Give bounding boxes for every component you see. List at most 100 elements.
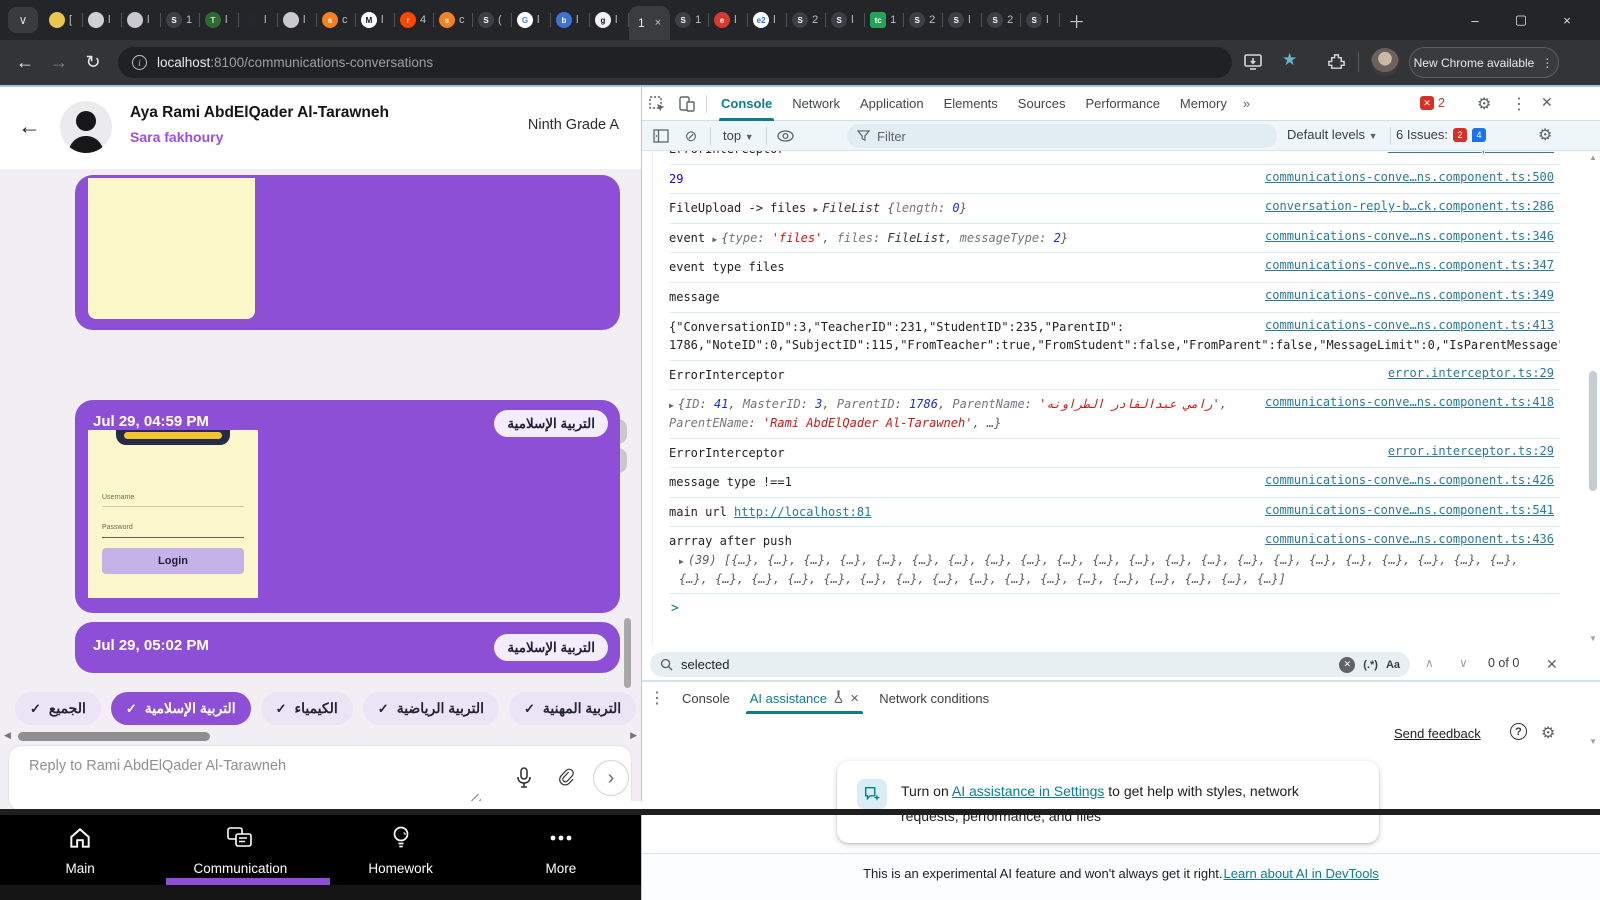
browser-tab[interactable]: l [278, 0, 317, 40]
devtools-tab-network[interactable]: Network [782, 87, 850, 121]
console-error-badge[interactable]: ✕ 2 [1420, 96, 1445, 110]
attachment-login-screenshot[interactable]: Username Password Login [88, 430, 258, 598]
attachment-image[interactable] [88, 178, 255, 319]
console-log[interactable]: error.interceptor.ts:29ErrorInterceptorc… [642, 151, 1560, 645]
console-source-link[interactable]: communications-conve…ns.component.ts:426 [1265, 473, 1554, 487]
drawer-tab-ai-assistance[interactable]: AI assistance✕ [740, 682, 870, 714]
console-prompt[interactable]: > [669, 594, 1560, 616]
devtools-tab-performance[interactable]: Performance [1076, 87, 1170, 121]
previous-match-icon[interactable]: ∧ [1425, 656, 1434, 670]
expand-arrow-icon[interactable]: ▶ [679, 557, 684, 566]
profile-avatar[interactable] [1371, 48, 1399, 76]
help-icon[interactable]: ? [1510, 723, 1527, 740]
console-source-link[interactable]: communications-conve…ns.component.ts:436 [1265, 532, 1554, 546]
clear-console-icon[interactable]: ⊘ [676, 127, 706, 145]
nav-item-more[interactable]: More [481, 815, 641, 885]
filter-chip-subject[interactable]: ✓الجميع [15, 692, 101, 725]
devtools-tab-console[interactable]: Console [711, 87, 782, 121]
console-source-link[interactable]: error.interceptor.ts:29 [1388, 444, 1554, 458]
console-source-link[interactable]: communications-conve…ns.component.ts:349 [1265, 288, 1554, 302]
kebab-menu-icon[interactable]: ⋮ [1541, 56, 1554, 70]
drawer-settings-icon[interactable]: ⚙ [1541, 723, 1555, 743]
chips-scrollbar[interactable]: ◀ ▶ [0, 729, 641, 743]
drawer-tab-console[interactable]: Console [672, 682, 740, 714]
console-source-link[interactable]: communications-conve…ns.component.ts:413 [1265, 318, 1554, 332]
browser-tab[interactable]: r4 [395, 0, 434, 40]
attach-file-icon[interactable] [550, 761, 584, 795]
browser-tab[interactable]: e2l [748, 0, 787, 40]
browser-tab[interactable]: S1 [161, 0, 200, 40]
message-bubble[interactable] [75, 175, 620, 330]
site-info-icon[interactable]: i [132, 55, 147, 70]
browser-tab[interactable]: S1 [670, 0, 709, 40]
browser-tab[interactable]: l [83, 0, 122, 40]
browser-tab[interactable]: Sl [1021, 0, 1060, 40]
close-search-icon[interactable]: ✕ [1546, 656, 1558, 673]
message-bubble[interactable]: Jul 29, 05:02 PM التربية الإسلامية [75, 622, 620, 673]
nav-item-communication[interactable]: Communication [160, 815, 320, 885]
browser-tab[interactable]: S2 [982, 0, 1021, 40]
console-source-link[interactable]: communications-conve…ns.component.ts:541 [1265, 503, 1554, 517]
browser-tab[interactable]: S2 [904, 0, 943, 40]
devtools-menu-icon[interactable]: ⋮ [1511, 94, 1527, 114]
scroll-left-icon[interactable]: ◀ [4, 730, 11, 741]
scroll-down-icon[interactable]: ▼ [1589, 634, 1597, 643]
browser-tab[interactable]: Tl [200, 0, 239, 40]
filter-chip-subject[interactable]: ✓التربية المهنية [509, 692, 636, 725]
nav-item-main[interactable]: Main [0, 815, 160, 885]
tab-search-button[interactable]: ∨ [8, 7, 38, 33]
match-case-toggle[interactable]: Aa [1386, 659, 1400, 671]
chat-scrollbar-thumb[interactable] [624, 618, 631, 688]
send-button[interactable]: › [593, 760, 629, 796]
device-toolbar-icon[interactable] [672, 95, 702, 113]
console-filter-input[interactable]: Filter [847, 124, 1277, 148]
minimize-button[interactable]: – [1452, 13, 1498, 28]
browser-tab[interactable]: [ [44, 0, 83, 40]
regex-toggle[interactable]: (.*) [1363, 659, 1378, 671]
close-drawer-tab-icon[interactable]: ✕ [850, 692, 859, 705]
chips-scrollbar-thumb[interactable] [18, 732, 210, 741]
expand-arrow-icon[interactable]: ▶ [712, 235, 717, 244]
search-input[interactable]: selected ✕ (.*) Aa [650, 652, 1410, 677]
filter-chip-selected[interactable]: ✓التربية الإسلامية [111, 692, 251, 725]
extensions-icon[interactable] [1327, 52, 1346, 76]
devtools-tab-sources[interactable]: Sources [1008, 87, 1076, 121]
filter-chip-subject[interactable]: ✓الكيمياء [261, 692, 353, 725]
browser-tab[interactable]: sc [434, 0, 473, 40]
learn-about-ai-link[interactable]: Learn about AI in DevTools [1224, 866, 1379, 881]
browser-tab[interactable]: el [709, 0, 748, 40]
console-sidebar-icon[interactable] [646, 129, 676, 143]
console-source-link[interactable]: error.interceptor.ts:29 [1388, 366, 1554, 380]
console-source-link[interactable]: communications-conve…ns.component.ts:346 [1265, 229, 1554, 243]
next-match-icon[interactable]: ∨ [1459, 656, 1468, 670]
console-source-link[interactable]: communications-conve…ns.component.ts:418 [1265, 395, 1554, 409]
install-icon[interactable] [1243, 52, 1263, 77]
console-scrollbar-thumb[interactable] [1589, 371, 1597, 491]
reload-button[interactable]: ↻ [76, 52, 110, 73]
browser-tab[interactable]: S2 [787, 0, 826, 40]
devtools-tab-elements[interactable]: Elements [934, 87, 1008, 121]
expand-arrow-icon[interactable]: ▶ [669, 401, 674, 410]
message-list[interactable]: Jul 29, 04:57 PM Message was deleted Jul… [0, 169, 641, 745]
browser-tab[interactable]: sc [317, 0, 356, 40]
new-tab-button[interactable]: ＋ [1068, 8, 1085, 33]
devtools-close-icon[interactable]: ✕ [1541, 94, 1553, 111]
maximize-button[interactable]: ▢ [1498, 12, 1544, 28]
ai-settings-link[interactable]: AI assistance in Settings [952, 783, 1105, 799]
message-bubble[interactable]: Jul 29, 04:59 PM التربية الإسلامية Usern… [75, 400, 620, 613]
execution-context-selector[interactable]: top ▼ [715, 128, 762, 143]
browser-tab[interactable]: S( [473, 0, 512, 40]
close-tab-icon[interactable]: × [655, 17, 661, 29]
console-source-link[interactable]: conversation-reply-b…ck.component.ts:286 [1265, 199, 1554, 213]
nav-item-homework[interactable]: Homework [321, 815, 481, 885]
scroll-up-icon[interactable]: ▲ [1589, 153, 1597, 162]
filter-chip-subject[interactable]: ✓التربية الرياضية [363, 692, 499, 725]
scroll-right-icon[interactable]: ▶ [630, 730, 637, 741]
send-feedback-link[interactable]: Send feedback [1394, 726, 1481, 741]
browser-tab[interactable]: l [122, 0, 161, 40]
browser-tab[interactable]: Gl [512, 0, 551, 40]
update-chrome-button[interactable]: New Chrome available ⋮ [1409, 47, 1559, 78]
bookmark-star-icon[interactable]: ★ [1282, 50, 1297, 70]
browser-tab[interactable]: bl [551, 0, 590, 40]
drawer-scroll-icon[interactable]: ▼ [1589, 737, 1597, 746]
